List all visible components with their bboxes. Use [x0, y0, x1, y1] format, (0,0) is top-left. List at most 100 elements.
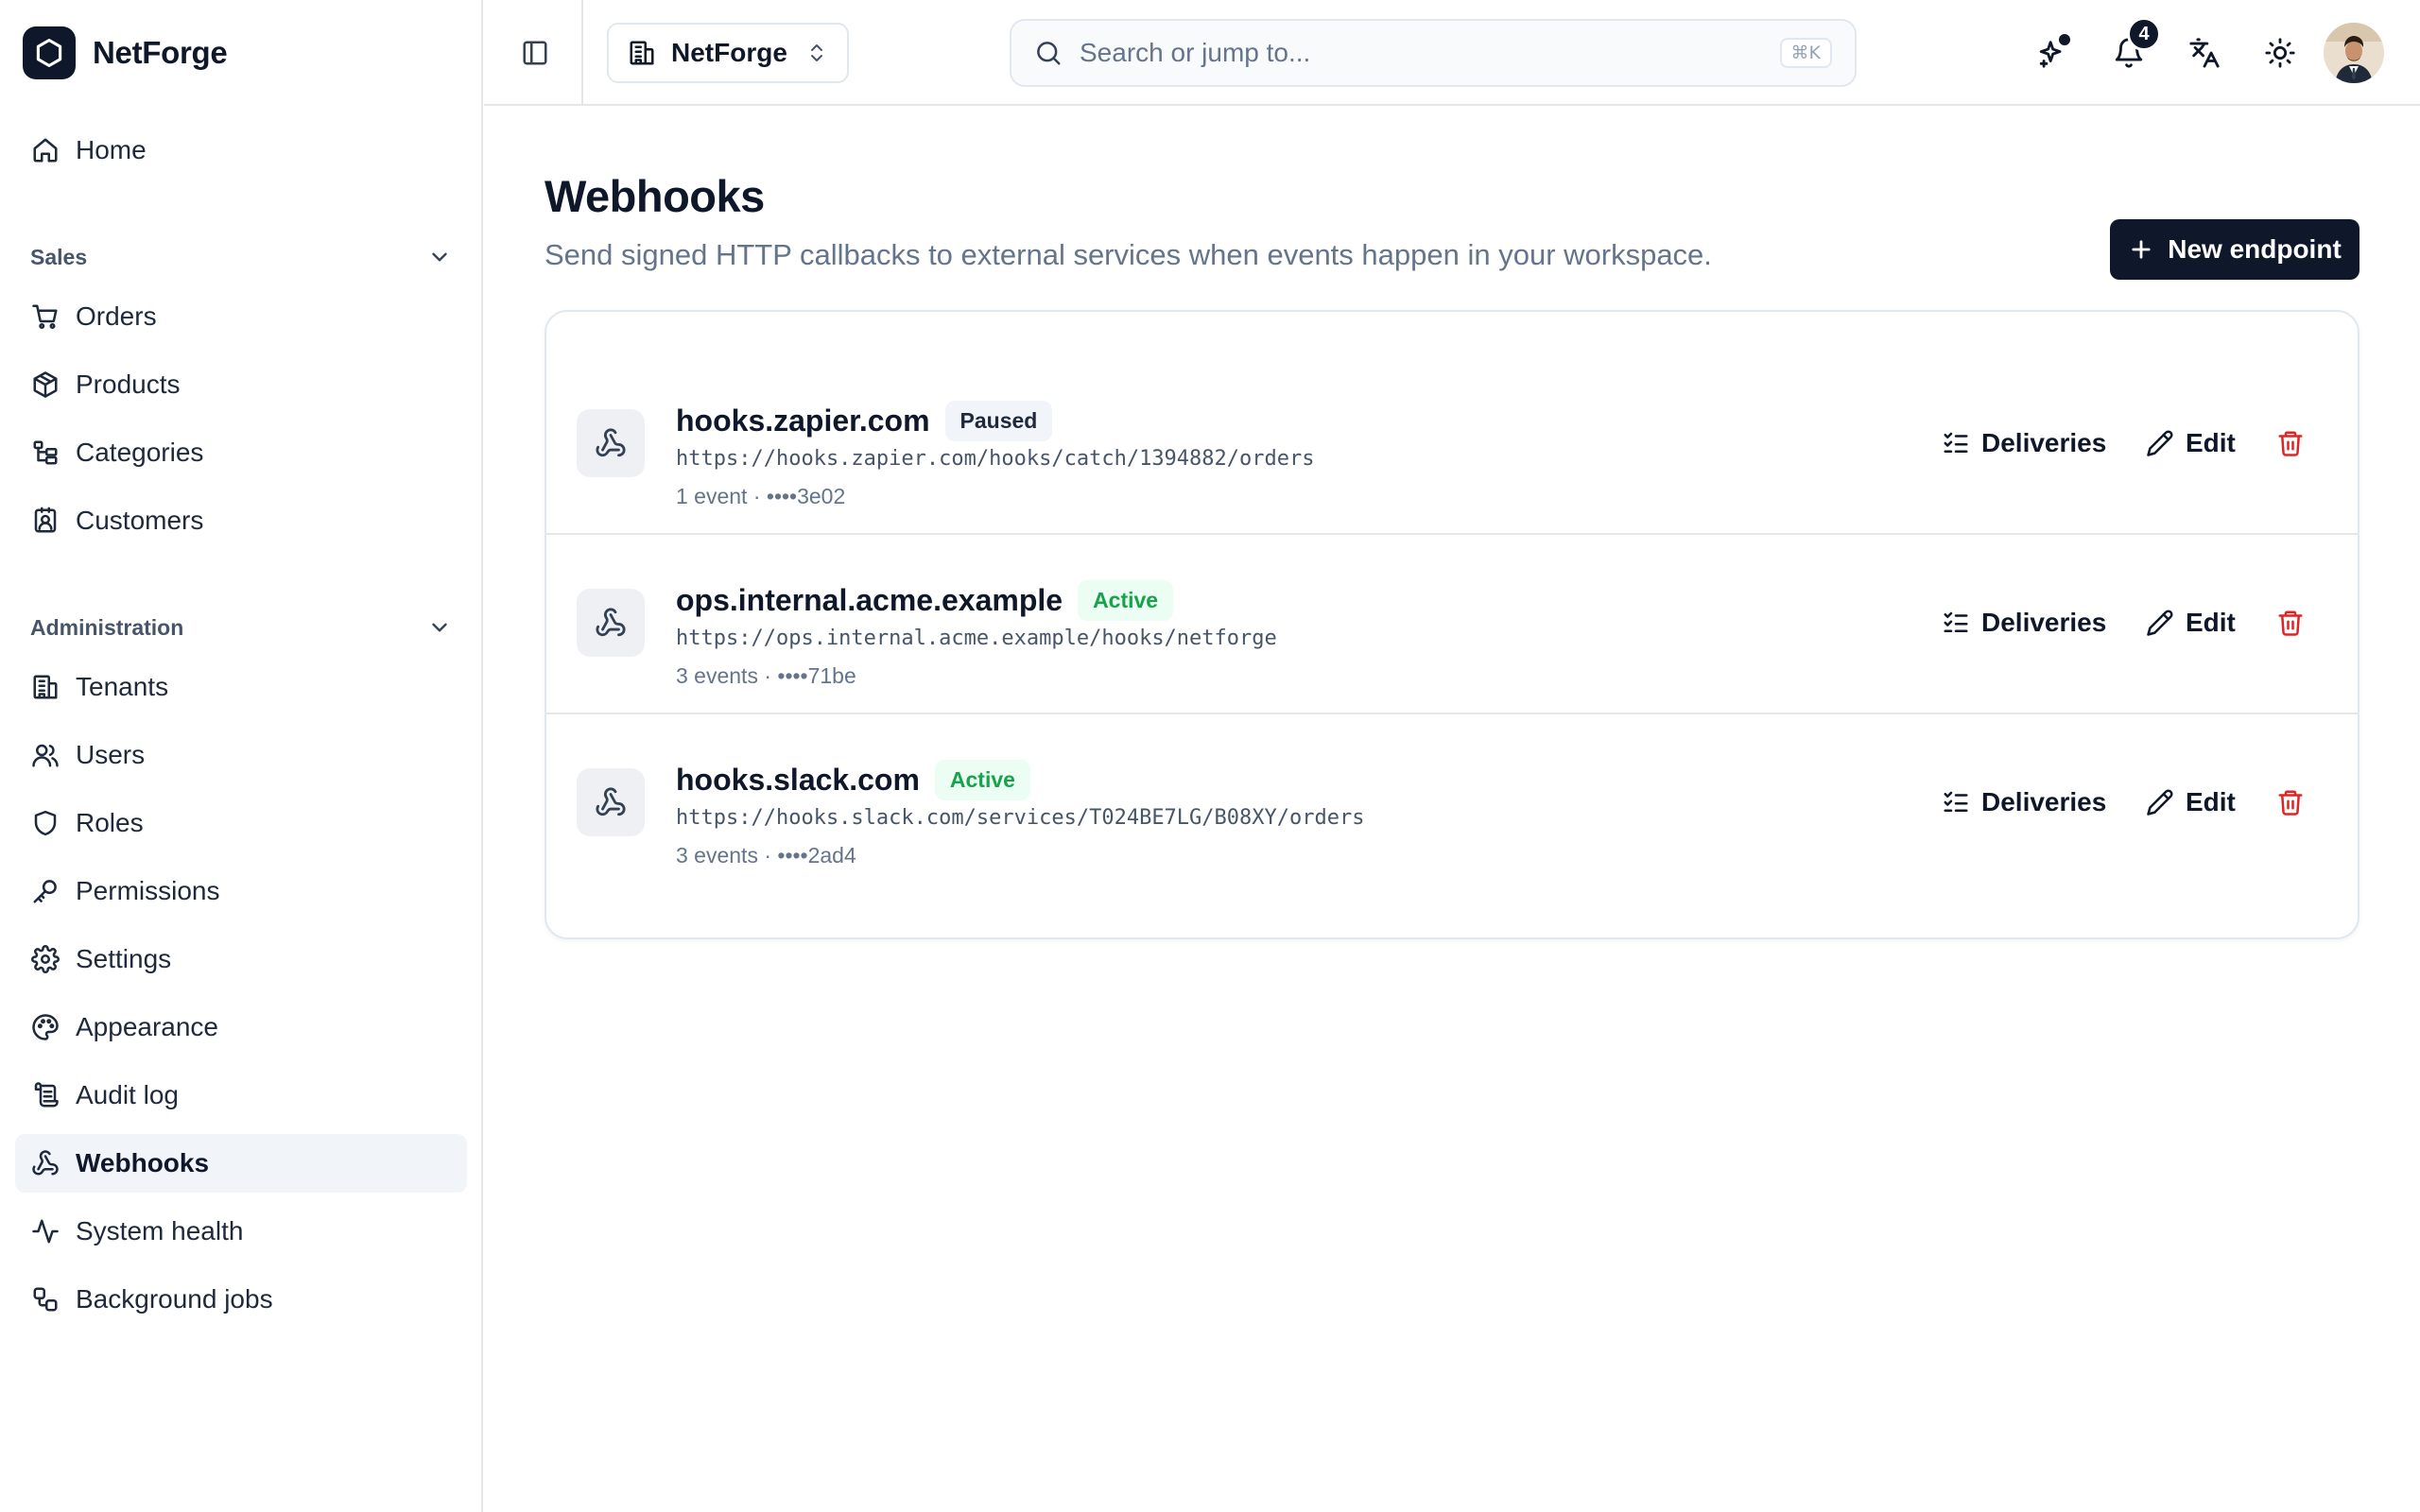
page-title: Webhooks: [544, 171, 765, 221]
topbar: NetForge Search or jump to... ⌘K 4: [484, 0, 2420, 106]
sidebar-item-label: Orders: [76, 301, 157, 331]
home-icon: [30, 135, 60, 165]
trash-icon: [2276, 429, 2305, 457]
sidebar-item-categories[interactable]: Categories: [15, 423, 467, 482]
new-endpoint-button[interactable]: New endpoint: [2110, 219, 2360, 280]
sidebar-item-label: Categories: [76, 438, 204, 467]
chevron-down-icon: [427, 245, 452, 269]
sidebar-item-label: Customers: [76, 506, 204, 535]
list-checks-icon: [1942, 429, 1970, 457]
endpoint-url: https://hooks.slack.com/services/T024BE7…: [676, 806, 1365, 830]
edit-label: Edit: [2186, 428, 2236, 457]
endpoint-header: hooks.zapier.com Paused: [676, 401, 1053, 441]
sidebar-item-label: Products: [76, 369, 181, 399]
list-checks-icon: [1942, 609, 1970, 637]
search-input[interactable]: Search or jump to... ⌘K: [1010, 19, 1857, 87]
deliveries-label: Deliveries: [1981, 787, 2107, 816]
list-checks-icon: [1942, 788, 1970, 816]
sidebar-item-label: Tenants: [76, 672, 169, 701]
package-icon: [30, 369, 60, 400]
tenant-switcher[interactable]: NetForge: [607, 23, 849, 83]
trash-icon: [2276, 609, 2305, 637]
sidebar-item-permissions[interactable]: Permissions: [15, 862, 467, 920]
edit-button[interactable]: Edit: [2146, 775, 2236, 830]
sidebar-item-background-jobs[interactable]: Background jobs: [15, 1270, 467, 1329]
endpoints-card: hooks.zapier.com Paused https://hooks.za…: [544, 310, 2360, 939]
edit-button[interactable]: Edit: [2146, 595, 2236, 650]
sidebar-item-label: Background jobs: [76, 1284, 273, 1314]
plus-icon: [2128, 236, 2154, 263]
endpoint-row: hooks.slack.com Active https://hooks.sla…: [546, 714, 2358, 894]
sidebar-item-label: Audit log: [76, 1080, 179, 1109]
group-toggle-administration[interactable]: Administration: [30, 609, 452, 646]
contact-icon: [30, 506, 60, 536]
sidebar-item-roles[interactable]: Roles: [15, 794, 467, 852]
group-label: Sales: [30, 244, 88, 269]
pencil-icon: [2146, 429, 2174, 457]
building-icon: [30, 672, 60, 702]
building-icon: [628, 39, 656, 67]
ai-assistant-button[interactable]: [2031, 30, 2076, 76]
theme-toggle-button[interactable]: [2257, 30, 2303, 76]
group-toggle-sales[interactable]: Sales: [30, 238, 452, 276]
sidebar-item-orders[interactable]: Orders: [15, 287, 467, 346]
trash-icon: [2276, 788, 2305, 816]
hexagon-logo-icon: [23, 26, 76, 79]
brand[interactable]: NetForge: [23, 25, 228, 81]
gear-icon: [30, 944, 60, 974]
deliveries-button[interactable]: Deliveries: [1942, 775, 2106, 830]
endpoint-host: ops.internal.acme.example: [676, 583, 1063, 617]
language-button[interactable]: [2182, 30, 2227, 76]
shield-icon: [30, 808, 60, 838]
sidebar-item-label: Permissions: [76, 876, 220, 905]
search-icon: [1034, 39, 1063, 67]
endpoint-url: https://ops.internal.acme.example/hooks/…: [676, 627, 1277, 650]
tree-icon: [30, 438, 60, 468]
sidebar-item-system-health[interactable]: System health: [15, 1202, 467, 1261]
sidebar-item-settings[interactable]: Settings: [15, 930, 467, 988]
activity-icon: [30, 1216, 60, 1246]
search-shortcut: ⌘K: [1779, 38, 1832, 68]
delete-button[interactable]: [2276, 416, 2305, 471]
delete-button[interactable]: [2276, 775, 2305, 830]
divider: [581, 0, 583, 106]
status-badge: Active: [1078, 580, 1174, 621]
sidebar-toggle-button[interactable]: [510, 28, 560, 77]
sidebar-item-home[interactable]: Home: [15, 121, 467, 180]
sidebar-item-label: Roles: [76, 808, 144, 837]
page-subtitle: Send signed HTTP callbacks to external s…: [544, 238, 1712, 271]
sidebar-item-customers[interactable]: Customers: [15, 491, 467, 550]
deliveries-button[interactable]: Deliveries: [1942, 416, 2106, 471]
notifications-button[interactable]: 4: [2106, 17, 2161, 76]
delete-button[interactable]: [2276, 595, 2305, 650]
sun-icon: [2264, 37, 2296, 69]
endpoint-meta: 3 events · ••••2ad4: [676, 843, 856, 868]
endpoint-row: hooks.zapier.com Paused https://hooks.za…: [546, 355, 2358, 535]
chevrons-up-down-icon: [805, 42, 828, 64]
edit-label: Edit: [2186, 787, 2236, 816]
search-placeholder: Search or jump to...: [1080, 38, 1311, 67]
endpoint-header: hooks.slack.com Active: [676, 760, 1030, 800]
deliveries-button[interactable]: Deliveries: [1942, 595, 2106, 650]
sidebar-item-appearance[interactable]: Appearance: [15, 998, 467, 1057]
sidebar-item-webhooks[interactable]: Webhooks: [15, 1134, 467, 1193]
endpoint-url: https://hooks.zapier.com/hooks/catch/139…: [676, 447, 1315, 471]
sidebar-item-tenants[interactable]: Tenants: [15, 658, 467, 716]
sidebar-item-label: Webhooks: [76, 1148, 210, 1177]
sidebar-item-users[interactable]: Users: [15, 726, 467, 784]
chevron-down-icon: [427, 615, 452, 640]
sidebar-item-products[interactable]: Products: [15, 355, 467, 414]
sidebar-item-label: System health: [76, 1216, 244, 1246]
user-avatar[interactable]: [2324, 23, 2384, 83]
sidebar-item-audit-log[interactable]: Audit log: [15, 1066, 467, 1125]
cart-icon: [30, 301, 60, 332]
sidebar-item-label: Home: [76, 135, 147, 164]
translate-icon: [2188, 37, 2221, 69]
tenant-name: NetForge: [671, 38, 787, 67]
palette-icon: [30, 1012, 60, 1042]
endpoint-meta: 1 event · ••••3e02: [676, 484, 846, 508]
webhook-icon: [577, 409, 645, 477]
pencil-icon: [2146, 788, 2174, 816]
workflow-icon: [30, 1284, 60, 1314]
edit-button[interactable]: Edit: [2146, 416, 2236, 471]
